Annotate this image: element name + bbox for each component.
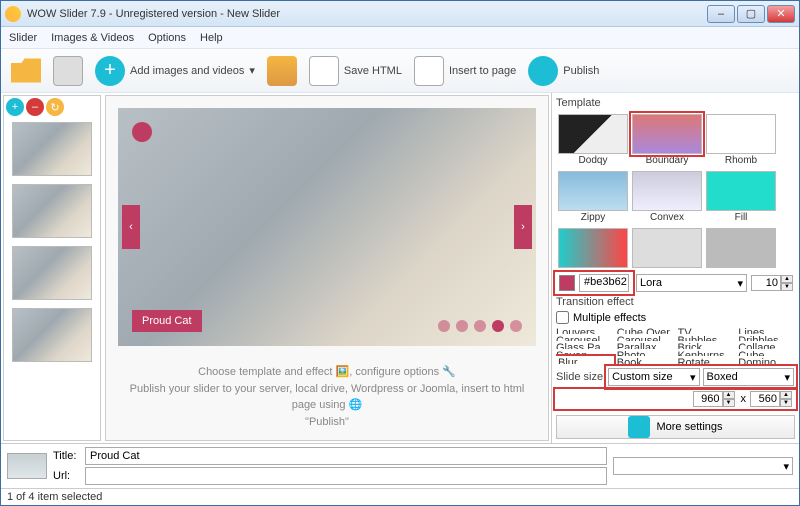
- boxed-select[interactable]: Boxed▾: [703, 368, 794, 386]
- publish-button[interactable]: Publish: [528, 56, 599, 86]
- thumbnail[interactable]: [12, 308, 92, 362]
- template-item[interactable]: Boundary: [632, 114, 702, 166]
- plus-icon: +: [95, 56, 125, 86]
- drive-icon[interactable]: [53, 56, 83, 86]
- settings-icon: [628, 416, 650, 438]
- color-swatch[interactable]: [559, 275, 575, 291]
- hint-text: Choose template and effect 🖼️, configure…: [106, 358, 548, 440]
- expand-icon[interactable]: [132, 122, 152, 142]
- globe-icon: [528, 56, 558, 86]
- template-item[interactable]: Fill: [706, 171, 776, 223]
- template-item[interactable]: [558, 228, 628, 268]
- menu-help[interactable]: Help: [200, 32, 223, 44]
- maximize-button[interactable]: ▢: [737, 5, 765, 23]
- font-select[interactable]: Lora▾: [636, 274, 747, 292]
- template-item[interactable]: Rhomb: [706, 114, 776, 166]
- more-settings-button[interactable]: More settings: [556, 415, 795, 439]
- save-html-label: Save HTML: [344, 65, 402, 77]
- dot[interactable]: [438, 320, 450, 332]
- size-mode-select[interactable]: Custom size▾: [608, 368, 699, 386]
- effect-blur: Blur: [556, 357, 613, 364]
- transition-label: Transition effect: [556, 296, 795, 308]
- template-grid: Dodqy Boundary Rhomb Zippy Convex Fill: [556, 112, 795, 270]
- thumbnail-panel: + – ↻: [3, 95, 101, 441]
- thumbnail[interactable]: [12, 122, 92, 176]
- font-size-stepper[interactable]: ▲▼: [751, 275, 795, 291]
- dropdown-icon: ▾: [249, 64, 255, 77]
- dot[interactable]: [474, 320, 486, 332]
- dot[interactable]: [492, 320, 504, 332]
- publish-label: Publish: [563, 65, 599, 77]
- preview-panel: ‹ › Proud Cat Choose template and effect…: [105, 95, 549, 441]
- toolbar: + Add images and videos ▾ Save HTML Inse…: [1, 49, 799, 93]
- html-icon: [309, 56, 339, 86]
- next-slide-button[interactable]: ›: [514, 205, 532, 249]
- add-images-label: Add images and videos: [130, 65, 244, 77]
- template-item[interactable]: [706, 228, 776, 268]
- window-title: WOW Slider 7.9 - Unregistered version - …: [27, 8, 707, 20]
- open-folder-icon[interactable]: [11, 56, 41, 86]
- current-thumb: [7, 453, 47, 479]
- menu-options[interactable]: Options: [148, 32, 186, 44]
- insert-page-label: Insert to page: [449, 65, 516, 77]
- title-input[interactable]: [85, 447, 607, 465]
- add-images-button[interactable]: + Add images and videos ▾: [95, 56, 255, 86]
- remove-slide-button[interactable]: –: [26, 98, 44, 116]
- color-hex-input[interactable]: #be3b62: [579, 274, 629, 292]
- thumbnail[interactable]: [12, 184, 92, 238]
- dot[interactable]: [456, 320, 468, 332]
- properties-panel: Template Dodqy Boundary Rhomb Zippy Conv…: [551, 93, 799, 443]
- slide-caption: Proud Cat: [132, 310, 202, 332]
- menu-images[interactable]: Images & Videos: [51, 32, 134, 44]
- add-slide-button[interactable]: +: [6, 98, 24, 116]
- template-item[interactable]: Zippy: [558, 171, 628, 223]
- minimize-button[interactable]: –: [707, 5, 735, 23]
- chevron-down-icon: ▾: [737, 277, 743, 290]
- url-input[interactable]: [85, 467, 607, 485]
- url-target-select[interactable]: ▾: [613, 457, 793, 475]
- close-button[interactable]: ✕: [767, 5, 795, 23]
- status-bar: 1 of 4 item selected: [1, 488, 799, 505]
- pagination-dots: [438, 320, 522, 332]
- thumbnail[interactable]: [12, 246, 92, 300]
- app-logo-icon: [5, 6, 21, 22]
- slide-properties: Title: Url: ▾: [1, 443, 799, 488]
- slide-preview: ‹ › Proud Cat: [118, 108, 536, 346]
- height-stepper[interactable]: ▲▼: [750, 391, 794, 407]
- menu-slider[interactable]: Slider: [9, 32, 37, 44]
- titlebar: WOW Slider 7.9 - Unregistered version - …: [1, 1, 799, 27]
- dot[interactable]: [510, 320, 522, 332]
- save-html-button[interactable]: Save HTML: [309, 56, 402, 86]
- refresh-button[interactable]: ↻: [46, 98, 64, 116]
- template-item[interactable]: Convex: [632, 171, 702, 223]
- url-label: Url:: [53, 470, 81, 482]
- template-label: Template: [556, 97, 795, 109]
- template-item[interactable]: Dodqy: [558, 114, 628, 166]
- multiple-effects-checkbox[interactable]: Multiple effects: [556, 311, 795, 324]
- insert-page-button[interactable]: Insert to page: [414, 56, 516, 86]
- menubar: Slider Images & Videos Options Help: [1, 27, 799, 49]
- settings-icon[interactable]: [267, 56, 297, 86]
- template-item[interactable]: [632, 228, 702, 268]
- slide-size-label: Slide size: [556, 371, 603, 383]
- page-icon: [414, 56, 444, 86]
- title-label: Title:: [53, 450, 81, 462]
- width-stepper[interactable]: ▲▼: [693, 391, 737, 407]
- prev-slide-button[interactable]: ‹: [122, 205, 140, 249]
- effects-grid[interactable]: LouversCube OverTVLines Carousel B...Car…: [556, 327, 795, 364]
